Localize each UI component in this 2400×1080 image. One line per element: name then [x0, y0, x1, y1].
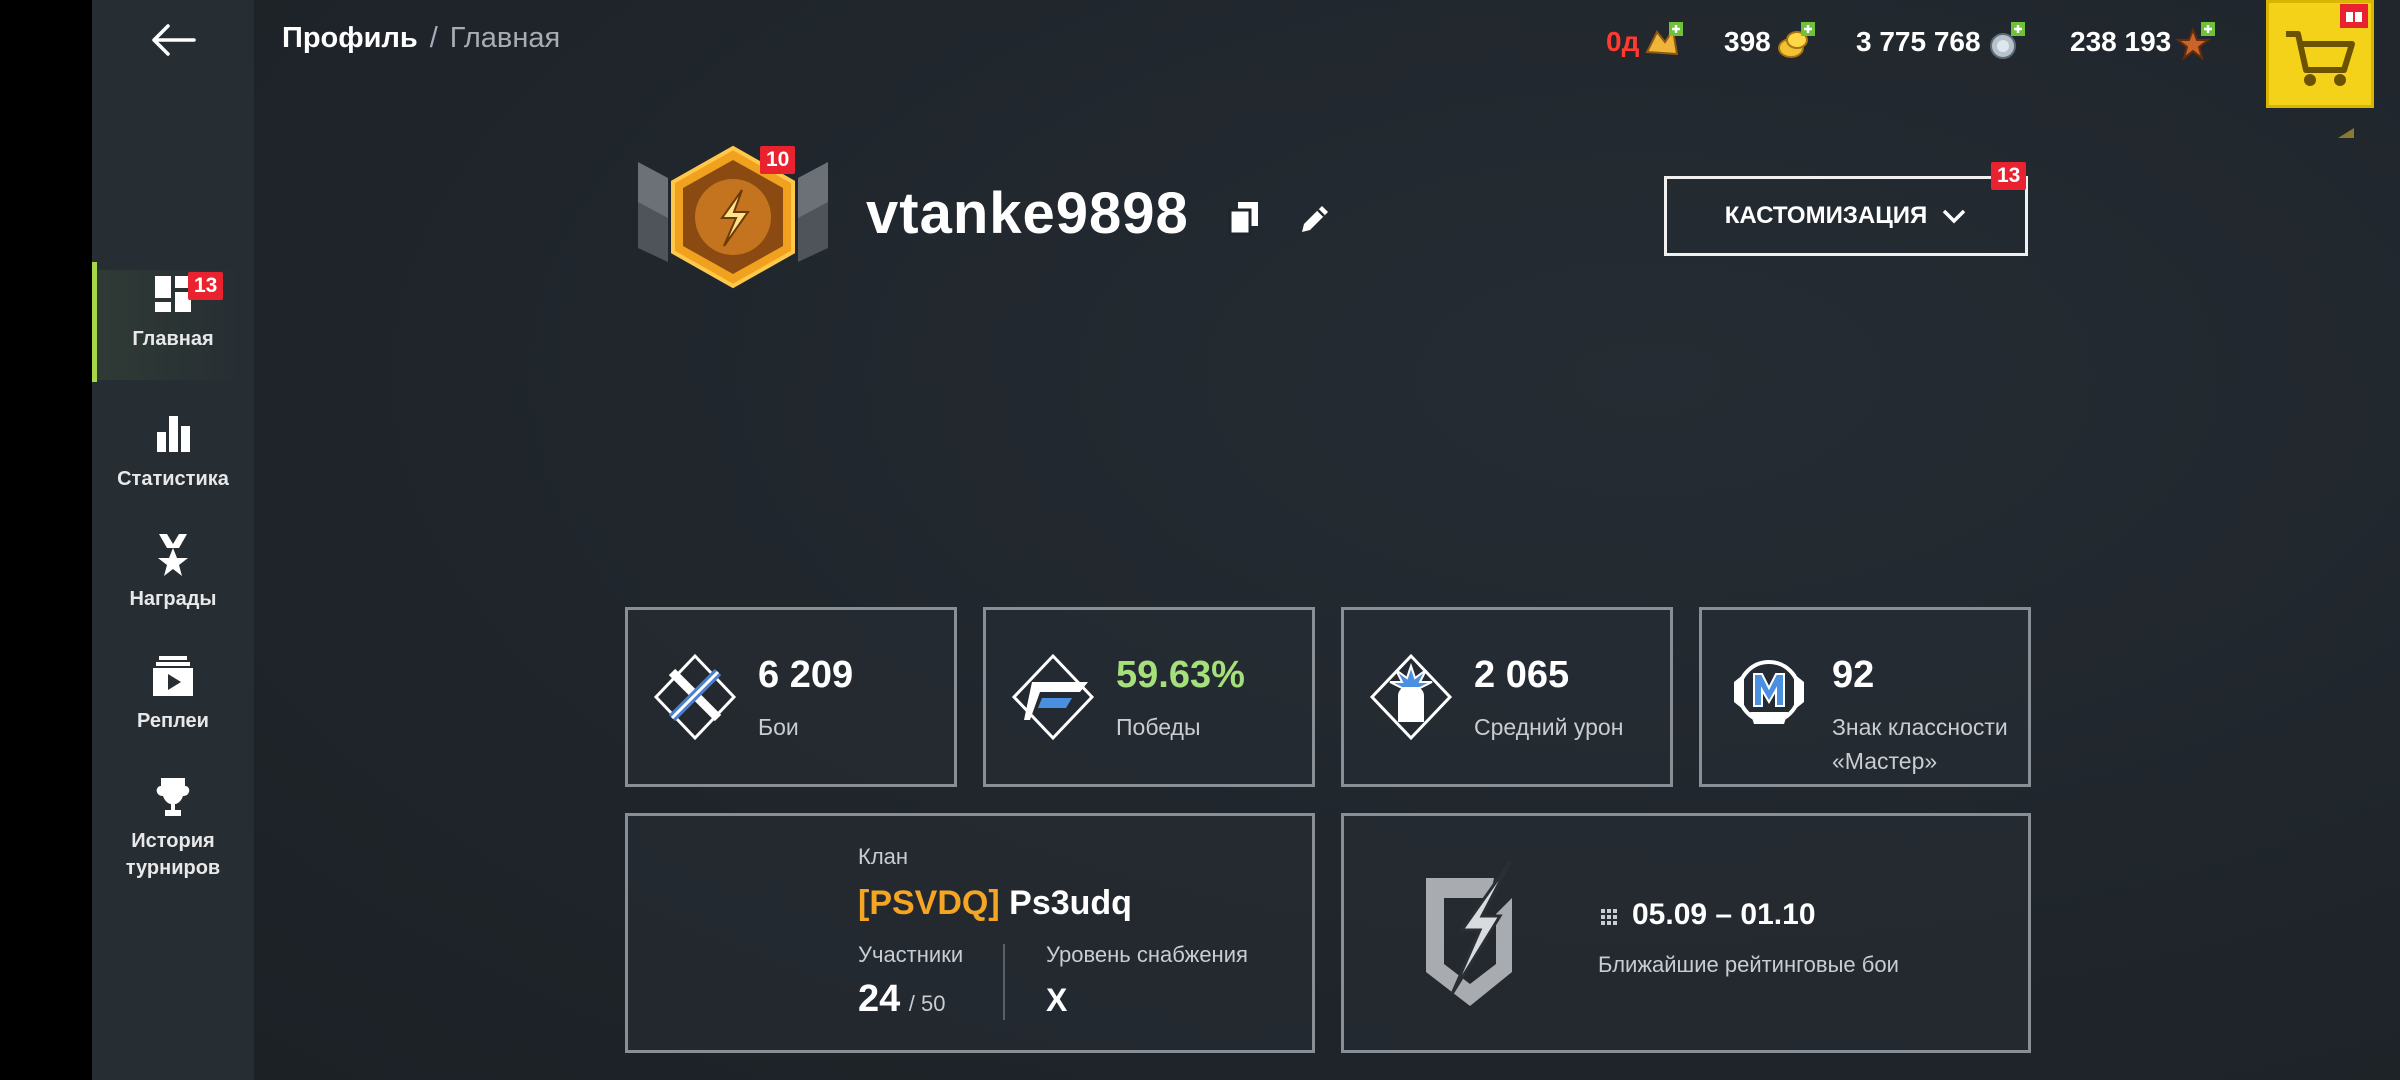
- sidebar-item-label: Статистика: [117, 468, 229, 490]
- stat-label: Знак классности «Мастер»: [1832, 714, 2008, 774]
- calendar-grid-icon: [1601, 909, 1617, 925]
- clan-name: Ps3udq: [1009, 884, 1132, 922]
- back-arrow-icon[interactable]: [150, 20, 198, 60]
- rating-label: Ближайшие рейтинговые бои: [1598, 952, 1899, 977]
- breadcrumb-separator: /: [429, 22, 438, 54]
- rank-emblem-icon: [638, 145, 828, 289]
- rating-card[interactable]: 05.09 – 01.10 Ближайшие рейтинговые бои: [1341, 813, 2031, 1053]
- customization-label: КАСТОМИЗАЦИЯ: [1724, 202, 1928, 229]
- stat-label: Средний урон: [1474, 714, 1624, 740]
- username: vtanke9898: [866, 181, 1189, 246]
- currency-value: 3 775 768: [1856, 26, 1981, 57]
- shop-indicator-icon: [2338, 128, 2354, 138]
- breadcrumb-current: Главная: [449, 22, 561, 54]
- sidebar-item-label: Награды: [129, 588, 217, 610]
- credits-icon: [1989, 22, 2025, 59]
- members-max: / 50: [908, 991, 946, 1016]
- customization-button[interactable]: КАСТОМИЗАЦИЯ: [1664, 176, 2028, 256]
- sidebar-item-label: Главная: [132, 328, 214, 350]
- replays-icon: [153, 656, 193, 696]
- sidebar-item-replays[interactable]: Реплеи: [92, 652, 254, 762]
- stat-card-mastery[interactable]: 92 Знак классности «Мастер»: [1699, 607, 2031, 787]
- stat-card-victories[interactable]: 59.63% Победы: [983, 607, 1315, 787]
- supply-value: X: [1046, 982, 1068, 1018]
- battles-icon: [653, 653, 737, 741]
- clan-card[interactable]: Клан [PSVDQ] Ps3udq Участники 24 / 50 Ур…: [625, 813, 1315, 1053]
- copy-icon[interactable]: [1228, 200, 1262, 236]
- stat-value: 2 065: [1474, 654, 1570, 696]
- stats-icon: [157, 416, 190, 452]
- sidebar: Главная 13 Статистика Награды Реплеи Ист…: [92, 0, 254, 1080]
- currency-gold[interactable]: 398: [1724, 22, 1815, 62]
- level-badge: 10: [760, 146, 796, 174]
- currency-premium[interactable]: 0д: [1606, 22, 1684, 62]
- stat-label: Бои: [758, 714, 799, 740]
- shop-button[interactable]: [2266, 0, 2374, 108]
- currency-value: 0д: [1606, 26, 1640, 57]
- currency-value: 238 193: [2070, 26, 2172, 57]
- rating-dates: 05.09 – 01.10: [1632, 898, 1816, 931]
- rating-emblem-icon: [1426, 861, 1512, 1006]
- members-label: Участники: [858, 942, 964, 967]
- supply-label: Уровень снабжения: [1046, 942, 1248, 967]
- gift-icon: [2340, 4, 2368, 28]
- sidebar-item-tournament-history[interactable]: История турниров: [92, 772, 254, 882]
- app-root: Главная 13 Статистика Награды Реплеи Ист…: [0, 0, 2400, 1080]
- awards-icon: [158, 534, 188, 576]
- stat-value: 92: [1832, 654, 1875, 696]
- sidebar-item-label: История турниров: [125, 830, 221, 879]
- sidebar-item-label: Реплеи: [137, 710, 209, 732]
- gold-icon: [1777, 22, 1815, 58]
- clan-tag: [PSVDQ]: [858, 884, 1000, 922]
- damage-icon: [1369, 653, 1453, 741]
- currency-value: 398: [1724, 26, 1771, 57]
- stat-value: 6 209: [758, 654, 854, 696]
- currency-free-xp[interactable]: 238 193: [2070, 22, 2216, 62]
- clan-title: Клан: [858, 844, 909, 869]
- edit-pencil-icon[interactable]: [1298, 202, 1332, 236]
- breadcrumb-profile[interactable]: Профиль: [282, 22, 418, 54]
- chevron-down-icon: [1943, 209, 1966, 224]
- stat-value: 59.63%: [1116, 654, 1245, 696]
- sidebar-item-statistics[interactable]: Статистика: [92, 410, 254, 520]
- victories-icon: [1011, 653, 1095, 741]
- members-count: 24: [858, 978, 901, 1020]
- currency-credits[interactable]: 3 775 768: [1856, 22, 2025, 62]
- sidebar-item-awards[interactable]: Награды: [92, 530, 254, 640]
- breadcrumb: Профиль / Главная: [282, 22, 560, 55]
- mastery-icon: [1734, 660, 1804, 724]
- premium-icon: [1645, 22, 1684, 56]
- stat-card-avg-damage[interactable]: 2 065 Средний урон: [1341, 607, 1673, 787]
- stat-card-battles[interactable]: 6 209 Бои: [625, 607, 957, 787]
- customization-badge: 13: [1991, 162, 2027, 190]
- trophy-icon: [156, 778, 190, 816]
- notification-badge: 13: [188, 272, 224, 300]
- members-row: 24 / 50: [858, 978, 945, 1021]
- clan-name-row: [PSVDQ] Ps3udq: [858, 884, 1132, 923]
- divider: [1003, 944, 1005, 1020]
- free-xp-icon: [2175, 22, 2216, 61]
- stat-label: Победы: [1116, 714, 1201, 740]
- sidebar-item-home[interactable]: Главная 13: [92, 270, 254, 380]
- left-safe-area: [0, 0, 92, 1080]
- main-content: [254, 0, 2400, 1080]
